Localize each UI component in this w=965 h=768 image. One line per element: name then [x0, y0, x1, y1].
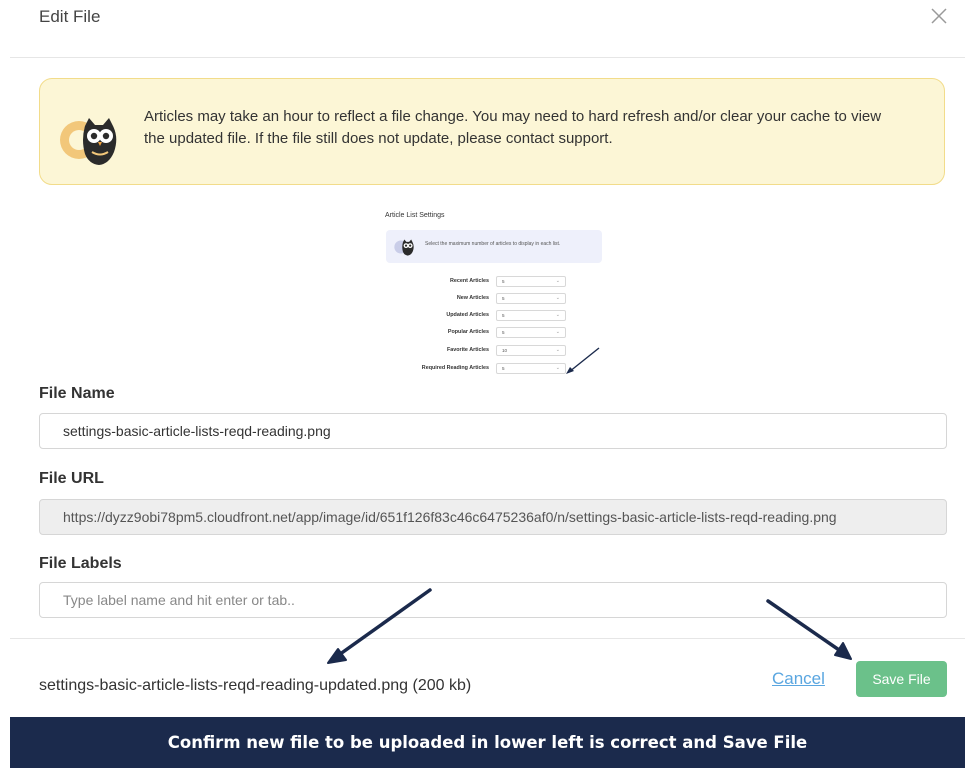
- preview-info-box: Select the maximum number of articles to…: [386, 230, 602, 263]
- owl-icon: [60, 118, 117, 165]
- upload-file-name: settings-basic-article-lists-reqd-readin…: [39, 677, 472, 694]
- footer-divider: [10, 638, 965, 639]
- preview-row-select: 10 ⌄: [496, 345, 566, 356]
- file-name-input[interactable]: [39, 413, 947, 449]
- file-labels-label: File Labels: [39, 555, 122, 572]
- preview-row-select: 5 ⌄: [496, 363, 566, 374]
- preview-row-label: New Articles: [456, 295, 489, 301]
- chevron-down-icon: ⌄: [555, 347, 560, 353]
- chevron-down-icon: ⌄: [555, 329, 560, 335]
- preview-row: Popular Articles 5 ⌄: [383, 327, 603, 339]
- preview-row-select: 5 ⌄: [496, 327, 566, 338]
- info-alert: Articles may take an hour to reflect a f…: [39, 78, 945, 185]
- chevron-down-icon: ⌄: [555, 295, 560, 301]
- preview-row-value: 5: [502, 296, 505, 301]
- preview-row-label: Popular Articles: [447, 329, 489, 335]
- header-divider: [10, 57, 965, 58]
- preview-arrow-icon: [566, 347, 600, 374]
- chevron-down-icon: ⌄: [555, 312, 560, 318]
- cancel-link[interactable]: Cancel: [772, 669, 825, 689]
- preview-row-select: 5 ⌄: [496, 310, 566, 321]
- preview-row-select: 5 ⌄: [496, 293, 566, 304]
- modal-title: Edit File: [39, 7, 101, 26]
- file-labels-input[interactable]: [39, 582, 947, 618]
- file-name-label: File Name: [39, 385, 115, 402]
- preview-row-value: 5: [502, 313, 505, 318]
- preview-row-value: 5: [502, 366, 505, 371]
- instruction-banner: Confirm new file to be uploaded in lower…: [10, 717, 965, 768]
- preview-row-value: 5: [502, 330, 505, 335]
- file-url-input[interactable]: [39, 499, 947, 535]
- preview-row: New Articles 5 ⌄: [383, 293, 603, 305]
- file-preview-image: Article List Settings Select the maximum…: [383, 205, 603, 380]
- preview-row: Recent Articles 5 ⌄: [383, 276, 603, 288]
- file-url-label: File URL: [39, 470, 104, 487]
- preview-row-label: Updated Articles: [446, 312, 489, 318]
- owl-icon: [394, 239, 414, 256]
- close-icon[interactable]: [929, 6, 949, 26]
- banner-text: Confirm new file to be uploaded in lower…: [167, 733, 808, 752]
- chevron-down-icon: ⌄: [555, 278, 560, 284]
- preview-title: Article List Settings: [385, 212, 445, 219]
- preview-row-value: 5: [502, 279, 505, 284]
- alert-message: Articles may take an hour to reflect a f…: [144, 108, 882, 147]
- preview-row-value: 10: [502, 348, 508, 353]
- preview-row-label: Favorite Articles: [446, 347, 489, 353]
- chevron-down-icon: ⌄: [555, 365, 560, 371]
- preview-info-text: Select the maximum number of articles to…: [425, 241, 561, 247]
- preview-row-label: Required Reading Articles: [421, 365, 489, 371]
- preview-row-select: 5 ⌄: [496, 276, 566, 287]
- preview-row: Updated Articles 5 ⌄: [383, 310, 603, 322]
- preview-row-label: Recent Articles: [449, 278, 489, 284]
- save-file-button[interactable]: Save File: [856, 661, 947, 697]
